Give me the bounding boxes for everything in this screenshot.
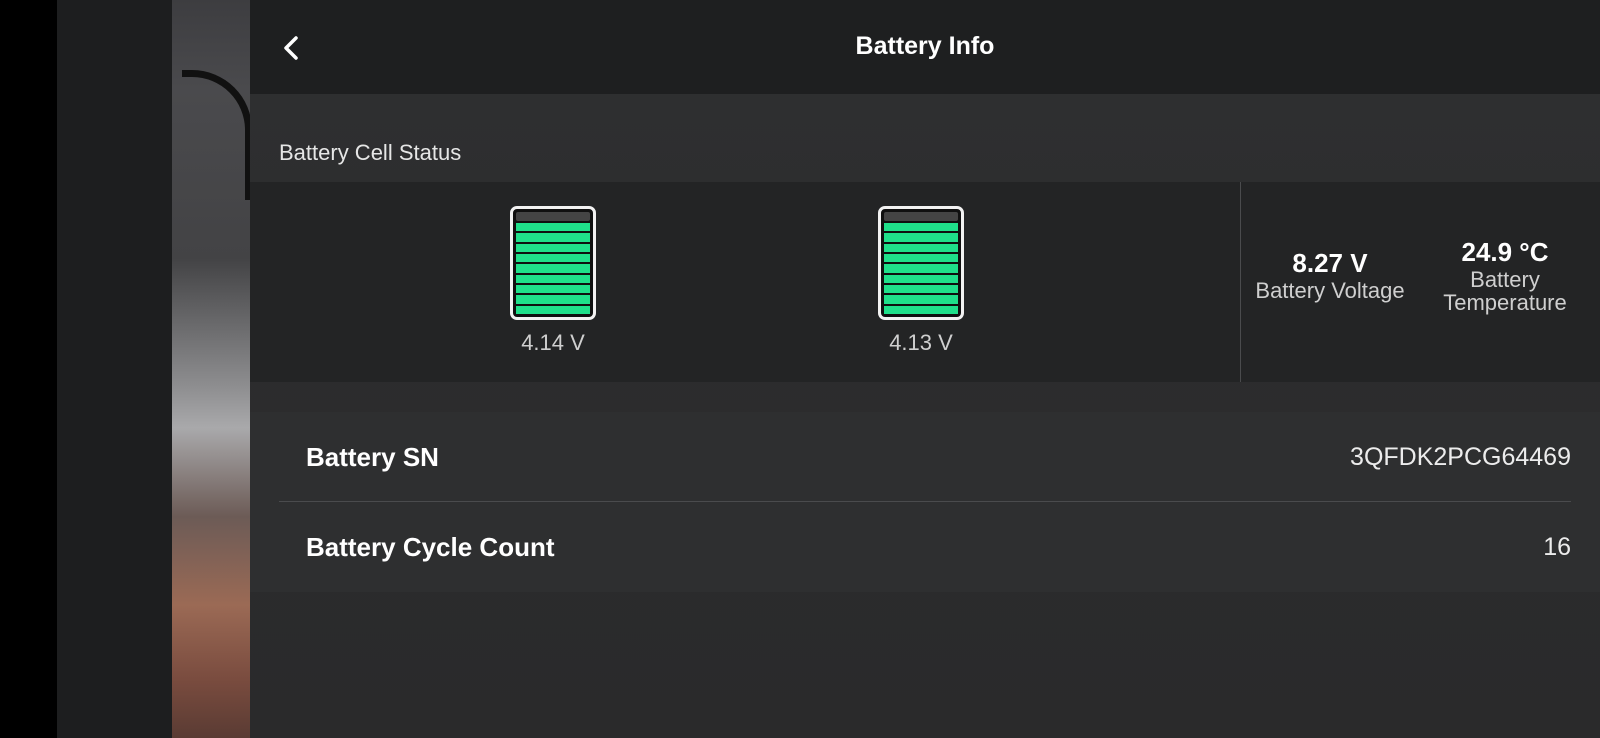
battery-cell-1: 4.14 V bbox=[508, 206, 598, 356]
battery-info-card: Battery SN 3QFDK2PCG64469 Battery Cycle … bbox=[250, 412, 1600, 592]
battery-info-panel: Battery Info Battery Cell Status 4.14 V … bbox=[250, 0, 1600, 738]
battery-voltage-stat: 8.27 V Battery Voltage bbox=[1245, 248, 1415, 302]
cell-voltage: 4.14 V bbox=[521, 330, 585, 355]
screen-edge bbox=[0, 0, 57, 738]
battery-temperature-stat: 24.9 °C Battery Temperature bbox=[1420, 237, 1590, 314]
row-value: 16 bbox=[1543, 533, 1571, 561]
divider bbox=[1240, 182, 1241, 382]
battery-cell-2: 4.13 V bbox=[876, 206, 966, 356]
battery-temperature-value: 24.9 °C bbox=[1461, 237, 1549, 267]
row-value: 3QFDK2PCG64469 bbox=[1350, 443, 1571, 471]
row-label: Battery SN bbox=[306, 442, 439, 472]
side-panel bbox=[57, 0, 172, 738]
battery-voltage-label: Battery Voltage bbox=[1255, 278, 1405, 303]
battery-voltage-value: 8.27 V bbox=[1292, 248, 1368, 278]
row-label: Battery Cycle Count bbox=[306, 532, 555, 562]
battery-temperature-label: Battery Temperature bbox=[1443, 267, 1567, 315]
info-row-cycle-count: Battery Cycle Count 16 bbox=[279, 502, 1571, 592]
info-row-battery-sn: Battery SN 3QFDK2PCG64469 bbox=[279, 412, 1571, 502]
cell-status-panel: 4.14 V 4.13 V 8.27 V Battery Voltage 24.… bbox=[250, 182, 1600, 382]
section-label-cell-status: Battery Cell Status bbox=[279, 140, 462, 165]
cell-voltage: 4.13 V bbox=[889, 330, 953, 355]
battery-cell-icon bbox=[510, 206, 596, 320]
page-title: Battery Info bbox=[855, 32, 995, 60]
header-bar: Battery Info bbox=[250, 0, 1600, 94]
battery-cell-icon bbox=[878, 206, 964, 320]
